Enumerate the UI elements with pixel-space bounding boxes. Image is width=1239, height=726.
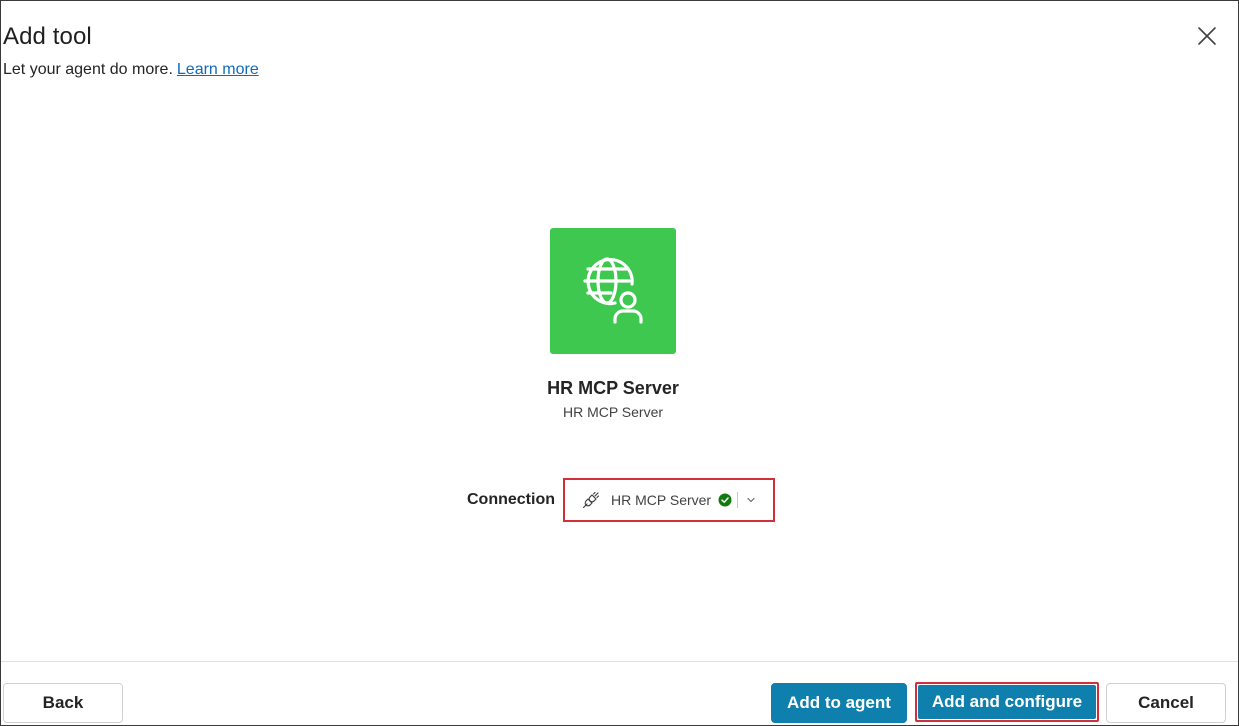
add-and-configure-button[interactable]: Add and configure [918,685,1096,719]
close-button[interactable] [1196,25,1218,47]
tool-icon-tile [550,228,676,354]
footer-divider [1,661,1238,662]
dialog-title: Add tool [3,23,92,50]
connection-label: Connection [467,491,555,508]
tool-name: HR MCP Server [547,378,679,398]
learn-more-link[interactable]: Learn more [177,61,259,78]
back-button[interactable]: Back [3,683,123,723]
cancel-button[interactable]: Cancel [1106,683,1226,723]
plug-disconnected-icon [582,491,600,509]
checkmark-circle-icon [718,493,732,507]
add-to-agent-button[interactable]: Add to agent [771,683,907,723]
subtitle-text: Let your agent do more. [3,61,173,78]
connection-dropdown[interactable]: HR MCP Server [563,478,775,522]
globe-person-icon [583,257,643,324]
add-tool-dialog: Add tool Let your agent do more. Learn mo… [0,0,1239,726]
chevron-down-icon [747,497,755,503]
tool-description: HR MCP Server [562,404,664,420]
dialog-subtitle: Let your agent do more. Learn more [3,61,259,79]
close-icon [1198,27,1216,45]
dropdown-separator [737,492,739,508]
connection-value: HR MCP Server [611,492,712,508]
